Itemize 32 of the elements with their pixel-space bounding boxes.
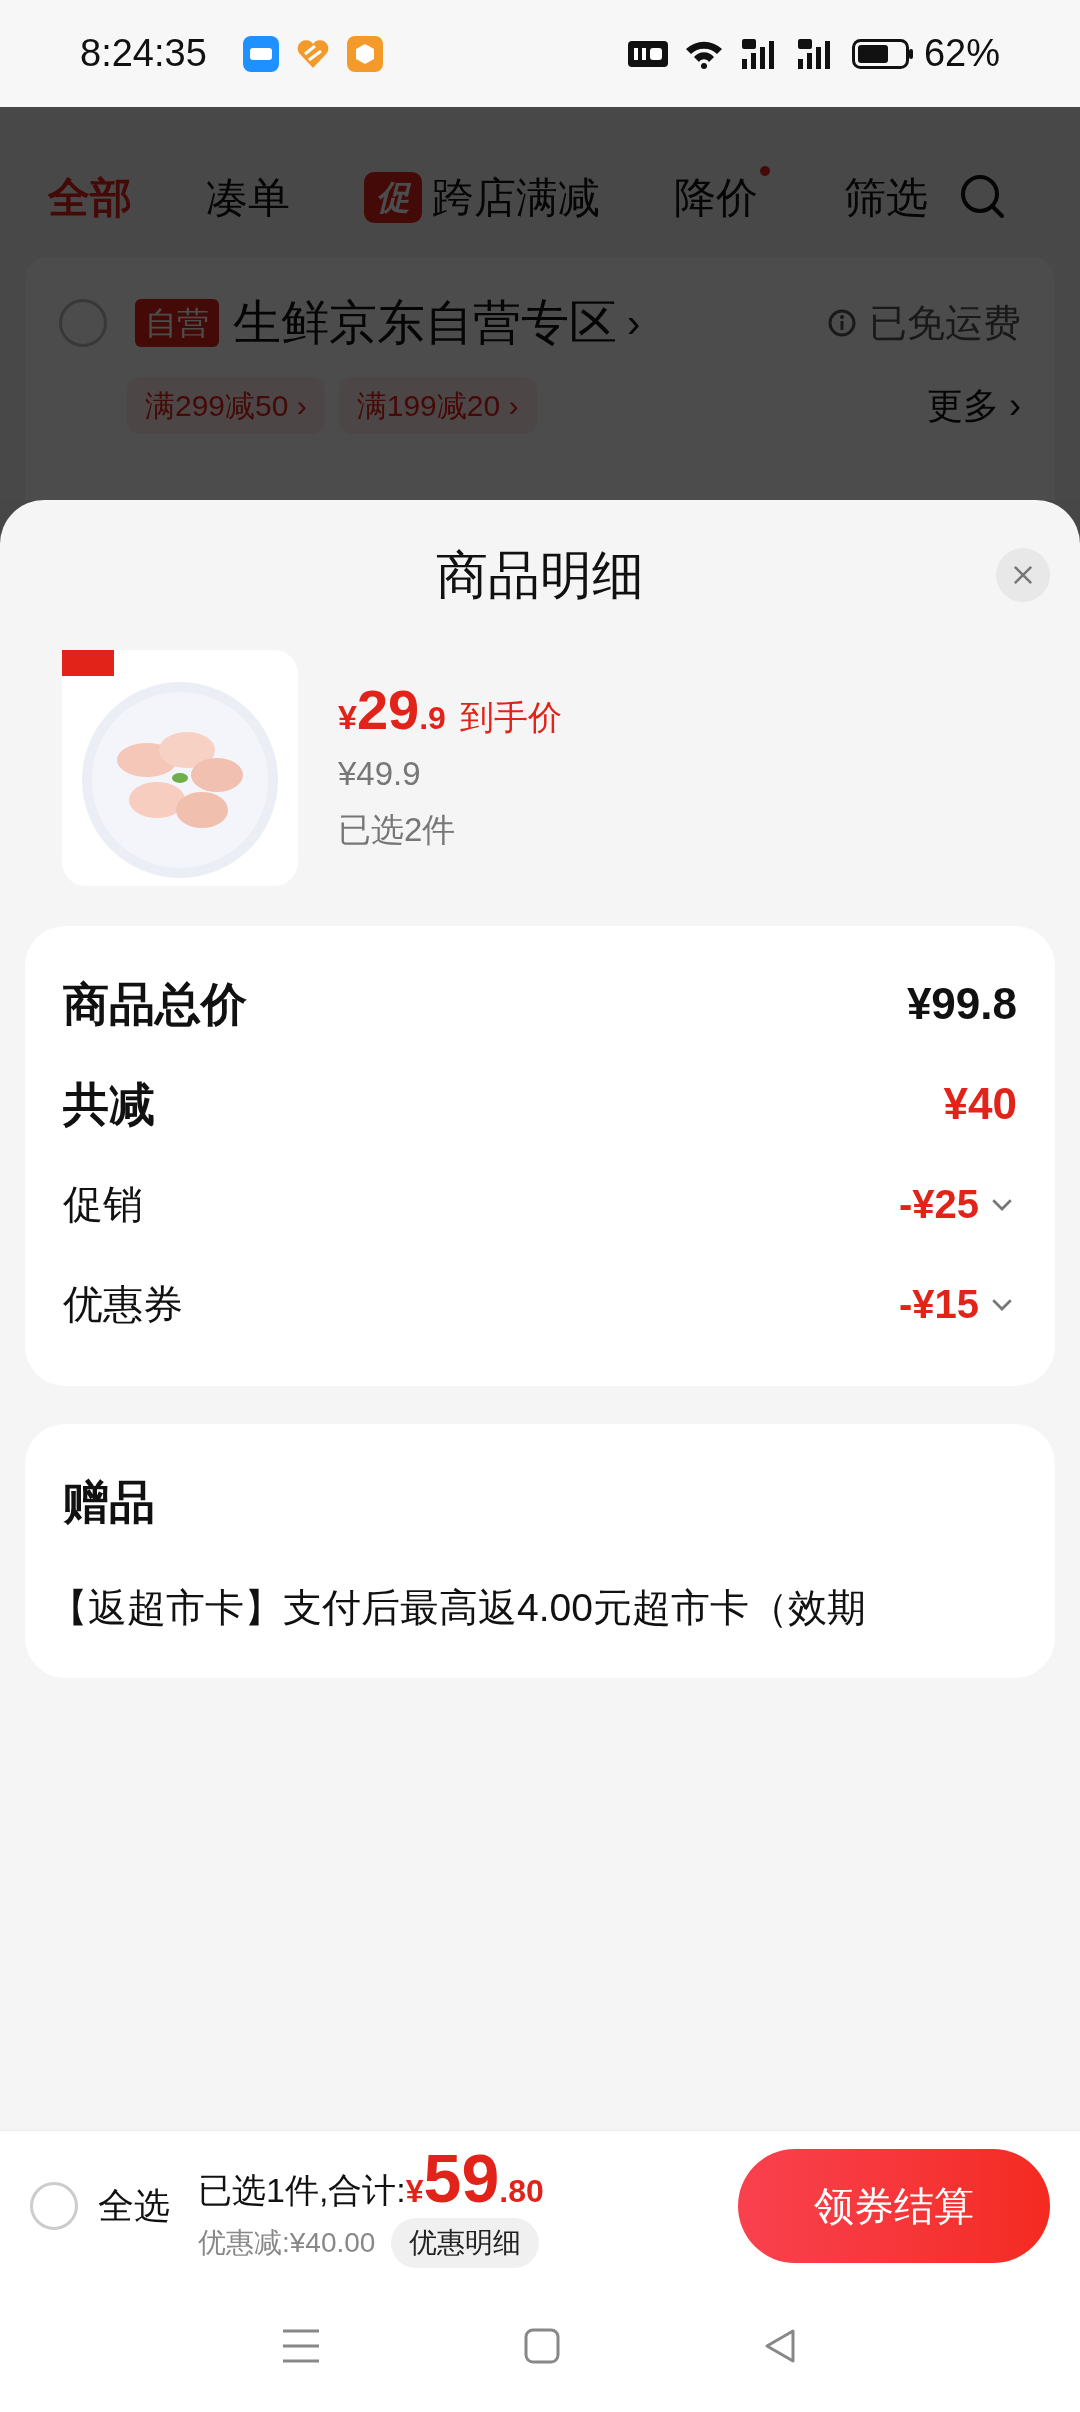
selected-count: 已选2件 xyxy=(338,809,457,850)
summary-amount: ¥99.8 xyxy=(906,978,1017,1030)
gift-title: 赠品 xyxy=(63,1475,156,1530)
discount-amount: 优惠减:¥40.00 xyxy=(198,2225,376,2260)
app-icon xyxy=(242,35,279,72)
sheet-title: 商品明细 xyxy=(436,545,644,606)
total-price: ¥59.80 xyxy=(405,2143,544,2215)
summary-label: 优惠券 xyxy=(63,1281,183,1328)
summary-amount: -¥25 xyxy=(898,1181,979,1228)
tab-label: 跨店满减 xyxy=(432,172,600,223)
battery-icon xyxy=(851,38,914,69)
price-label: 到手价 xyxy=(459,697,562,738)
summary-amount: -¥15 xyxy=(898,1281,979,1328)
final-price: ¥29.9 xyxy=(338,682,446,743)
battery-level: 62% xyxy=(923,31,1000,76)
checkout-button[interactable]: 领券结算 xyxy=(738,2148,1050,2263)
select-all-label[interactable]: 全选 xyxy=(98,2178,170,2233)
summary-amount: ¥40 xyxy=(943,1078,1017,1130)
summary-label: 促销 xyxy=(63,1181,143,1228)
tab-label: 降价 xyxy=(674,172,758,223)
total-label: 已选1件,合计: xyxy=(198,2169,406,2211)
menu-icon[interactable] xyxy=(281,2328,322,2364)
home-icon[interactable] xyxy=(524,2328,560,2364)
status-time: 8:24:35 xyxy=(80,31,207,76)
select-all-checkbox[interactable] xyxy=(30,2181,78,2230)
original-price: ¥49.9 xyxy=(338,754,422,794)
hd-icon xyxy=(627,40,668,67)
summary-label: 共减 xyxy=(63,1076,155,1132)
gift-description: 【返超市卡】支付后最高返4.00元超市卡（效期 xyxy=(49,1585,867,1631)
app-icon xyxy=(346,35,383,72)
summary-label: 商品总价 xyxy=(63,976,247,1032)
discount-details-button[interactable]: 优惠明细 xyxy=(391,2217,540,2268)
